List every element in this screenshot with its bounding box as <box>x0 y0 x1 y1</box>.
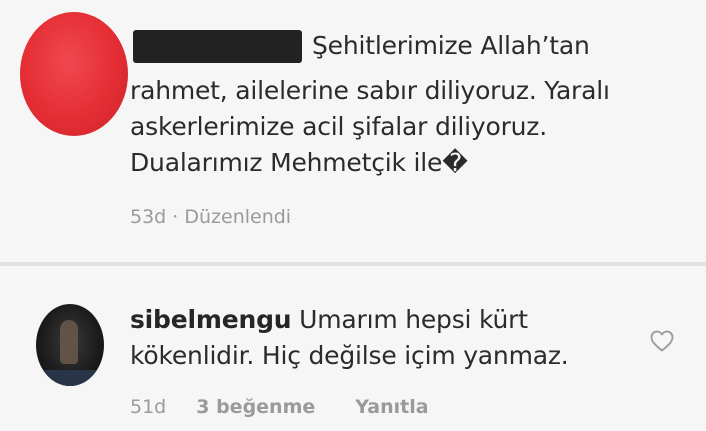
reply-meta: 51d 3 beğenme Yanıtla <box>130 396 429 418</box>
avatar[interactable] <box>20 12 128 136</box>
reply-time: 51d <box>130 396 167 418</box>
comment-text-line: Dualarımız Mehmetçik ile� <box>130 148 468 177</box>
heart-outline-icon[interactable] <box>650 330 674 352</box>
redacted-username <box>133 30 302 63</box>
avatar-background <box>36 370 104 386</box>
comments-view: Şehitlerimize Allah’tan rahmet, aileleri… <box>0 0 706 431</box>
username-link[interactable]: sibelmengu <box>130 305 292 334</box>
comment-meta: 53d · Düzenlendi <box>130 206 292 228</box>
comment-text-line: Şehitlerimize Allah’tan <box>312 31 590 60</box>
likes-count-link[interactable]: 3 beğenme <box>196 396 315 418</box>
reply-button[interactable]: Yanıtla <box>355 396 428 418</box>
comment-text-line: rahmet, ailelerine sabır diliyoruz. Yara… <box>130 76 610 105</box>
avatar[interactable] <box>36 304 104 386</box>
comment-text: rahmet, ailelerine sabır diliyoruz. Yara… <box>130 73 690 181</box>
reply-text: Umarım hepsi kürt <box>299 305 528 334</box>
reply-text-line: sibelmengu Umarım hepsi kürt <box>130 302 528 338</box>
comment-text-line: askerlerimize acil şifalar diliyoruz. <box>130 112 547 141</box>
avatar-figure <box>60 320 78 364</box>
reply-text-line: kökenlidir. Hiç değilse içim yanmaz. <box>130 341 569 370</box>
